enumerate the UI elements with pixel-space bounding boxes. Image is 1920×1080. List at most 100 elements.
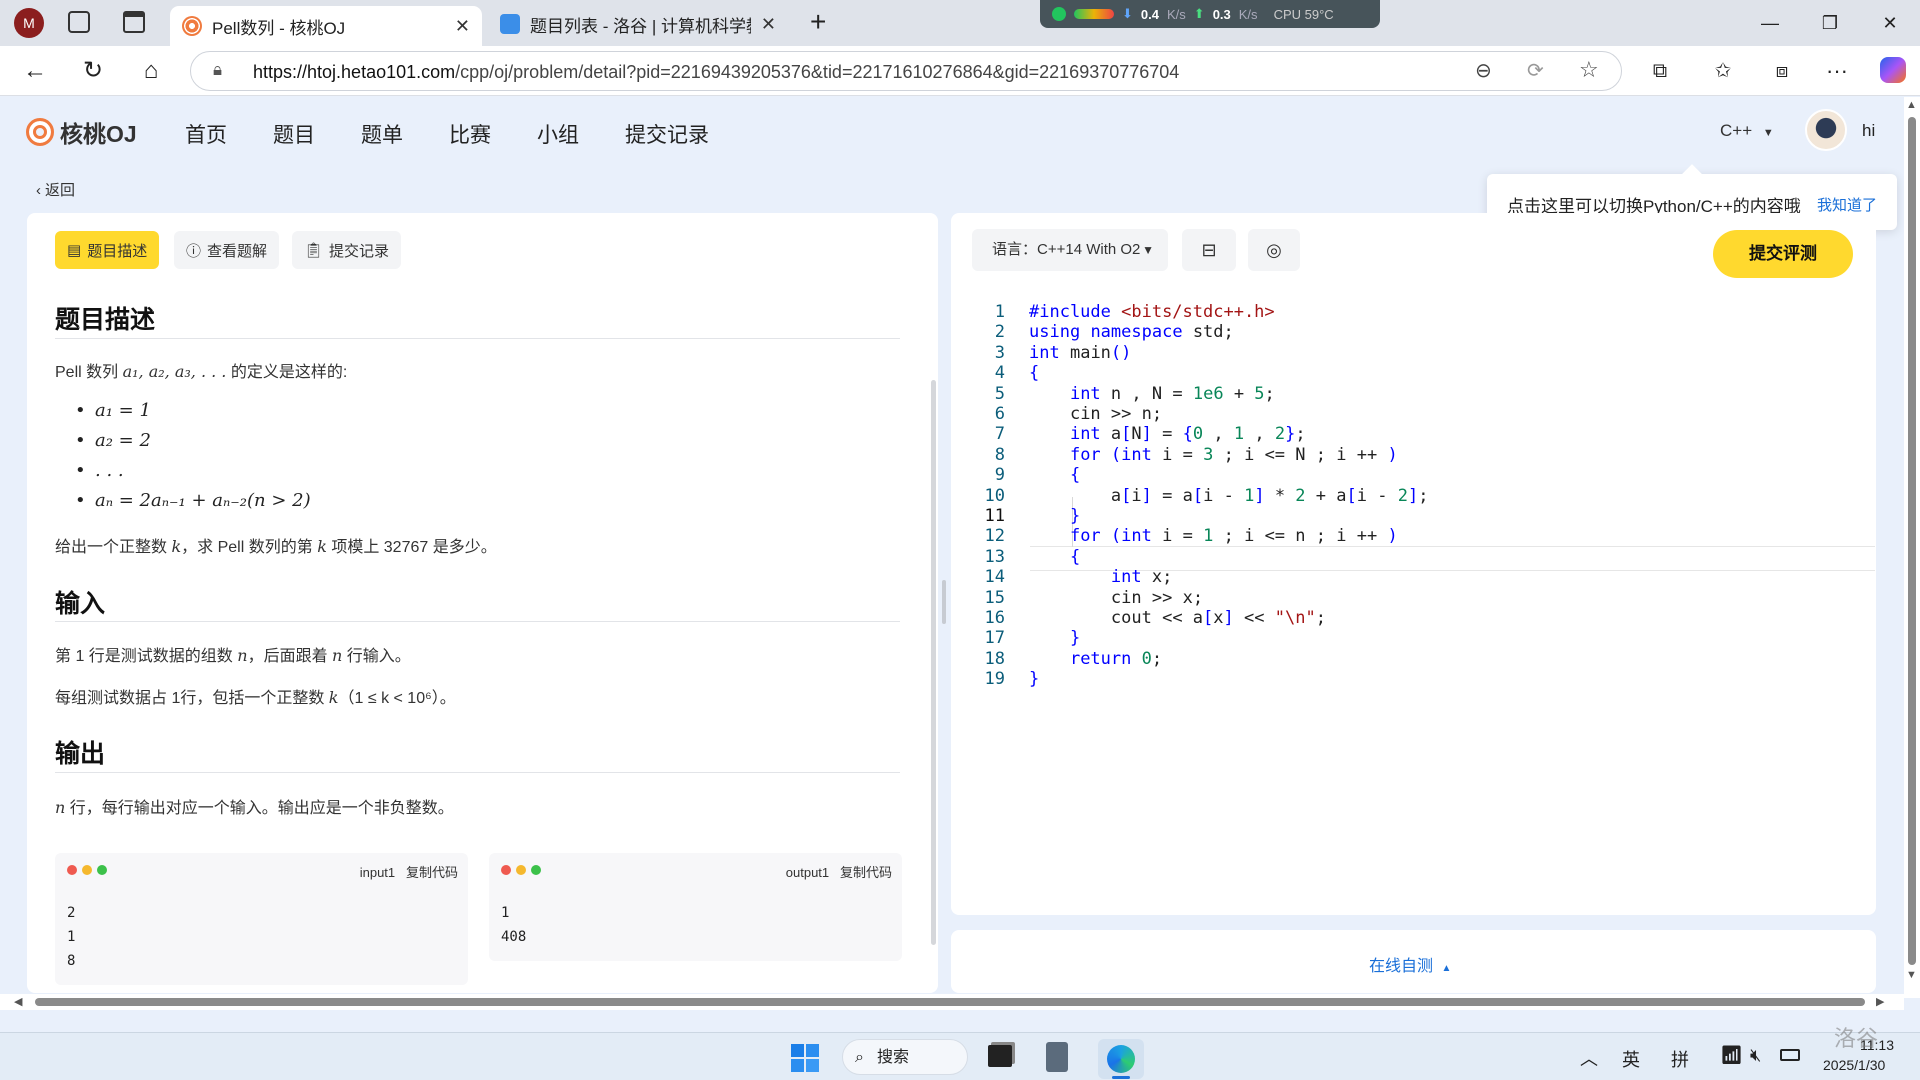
sample-input-text: 2 1 8 xyxy=(67,905,76,969)
favorites-icon[interactable]: ✩ xyxy=(1708,56,1738,86)
red-dot-icon xyxy=(67,865,77,875)
url-field[interactable]: 🔒︎ https://htoj.hetao101.com/cpp/oj/prob… xyxy=(190,51,1622,91)
scroll-right-icon[interactable]: ▶ xyxy=(1876,995,1884,1008)
sample-output: output1 复制代码 1 408 xyxy=(489,853,902,961)
taskbar-search[interactable]: ⌕ 搜索 xyxy=(842,1039,968,1075)
nav-problem-lists[interactable]: 题单 xyxy=(361,119,403,149)
scroll-down-icon[interactable]: ▼ xyxy=(1906,969,1917,981)
online-test-link[interactable]: 在线自测 ▲ xyxy=(1369,952,1451,976)
hetao-logo-icon xyxy=(26,118,54,146)
nav-groups[interactable]: 小组 xyxy=(537,119,579,149)
task-view-icon[interactable] xyxy=(988,1045,1012,1067)
close-tab-icon[interactable]: ✕ xyxy=(761,14,776,35)
definition-item: aₙ = 2aₙ₋₁ + aₙ₋₂(n > 2) xyxy=(75,490,311,511)
close-window-button[interactable]: ✕ xyxy=(1868,8,1912,38)
divider xyxy=(55,621,900,622)
restore-button[interactable]: ❐ xyxy=(1808,8,1852,38)
description-intro: Pell 数列 a₁, a₂, a₃, . . . 的定义是这样的: xyxy=(55,362,348,381)
definition-item: a₂ = 2 xyxy=(75,430,151,451)
workspaces-icon[interactable] xyxy=(68,11,90,33)
favorite-star-icon[interactable]: ☆ xyxy=(1579,57,1599,83)
sample-input: input1 复制代码 2 1 8 xyxy=(55,853,468,985)
tab-description[interactable]: ▤ 题目描述 xyxy=(55,231,160,269)
input-line-1: 第 1 行是测试数据的组数 n，后面跟着 n 行输入。 xyxy=(55,646,411,665)
problem-scrollbar[interactable] xyxy=(931,380,936,945)
window-dots xyxy=(501,865,541,875)
back-arrow-icon[interactable]: ← xyxy=(20,56,50,86)
document-icon: ▤ xyxy=(67,242,82,259)
panel-resize-handle[interactable] xyxy=(942,580,946,624)
submit-button[interactable]: 提交评测 xyxy=(1713,230,1853,278)
page-vertical-scrollbar[interactable]: ▲ ▼ xyxy=(1904,97,1920,998)
page-bottom-strip xyxy=(0,1010,1920,1032)
language-select[interactable]: 语言：C++14 With O2 ▼ xyxy=(972,229,1168,271)
code-line[interactable]: 19} xyxy=(955,667,1875,692)
task-statement: 给出一个正整数 k，求 Pell 数列的第 k 项模上 32767 是多少。 xyxy=(55,537,497,556)
zoom-out-icon[interactable]: ⊖ xyxy=(1475,58,1492,83)
page-horizontal-scrollbar[interactable]: ◀ ▶ xyxy=(0,994,1904,1010)
scroll-thumb[interactable] xyxy=(1908,117,1916,965)
profile-avatar[interactable]: M xyxy=(14,8,44,38)
windows-taskbar: ⌕ 搜索 ︿ 英 拼 📶︎ 🔇︎ 11:13 2025/1/30 洛谷 xyxy=(0,1026,1920,1080)
input-heading: 输入 xyxy=(55,590,106,618)
clock-date[interactable]: 2025/1/30 xyxy=(1823,1057,1885,1073)
user-avatar[interactable] xyxy=(1805,109,1847,151)
refresh-icon[interactable]: ↻ xyxy=(78,56,108,86)
target-icon: ◎ xyxy=(1266,240,1282,260)
scroll-left-icon[interactable]: ◀ xyxy=(14,995,22,1008)
luogu-favicon-icon xyxy=(500,14,520,34)
lock-icon[interactable]: 🔒︎ xyxy=(213,60,222,80)
windows-start-icon[interactable] xyxy=(791,1044,819,1072)
more-menu-icon[interactable]: ··· xyxy=(1822,56,1852,86)
caret-down-icon: ▼ xyxy=(1142,243,1154,257)
site-header: 核桃OJ 首页 题目 题单 比赛 小组 提交记录 C++ ▼ hi xyxy=(0,97,1905,167)
nav-contests[interactable]: 比赛 xyxy=(449,119,491,149)
scroll-up-icon[interactable]: ▲ xyxy=(1906,99,1917,111)
ime-pinyin[interactable]: 拼 xyxy=(1671,1046,1689,1072)
nav-home[interactable]: 首页 xyxy=(185,119,227,149)
copy-output-button[interactable]: 复制代码 xyxy=(840,865,892,880)
copy-input-button[interactable]: 复制代码 xyxy=(406,865,458,880)
collections-icon[interactable]: ⧈ xyxy=(1767,56,1797,86)
copilot-icon[interactable] xyxy=(1880,57,1906,83)
settings-button[interactable]: ◎ xyxy=(1248,229,1300,271)
window-dots xyxy=(67,865,107,875)
edge-browser-icon[interactable] xyxy=(1098,1039,1144,1079)
new-tab-button[interactable]: + xyxy=(810,6,826,38)
green-dot-icon xyxy=(97,865,107,875)
tab-solutions[interactable]: ⓘ 查看题解 xyxy=(174,231,280,269)
chevron-up-icon[interactable]: ︿ xyxy=(1580,1045,1598,1071)
battery-icon[interactable] xyxy=(1780,1049,1800,1061)
tab-pell[interactable]: Pell数列 - 核桃OJ ✕ xyxy=(170,6,482,46)
close-tab-icon[interactable]: ✕ xyxy=(455,16,470,37)
ime-english[interactable]: 英 xyxy=(1622,1046,1640,1072)
language-switch[interactable]: C++ ▼ xyxy=(1720,121,1774,141)
nav-submissions[interactable]: 提交记录 xyxy=(625,119,709,149)
line-number: 19 xyxy=(984,669,1005,690)
nav-problems[interactable]: 题目 xyxy=(273,119,315,149)
volume-muted-icon[interactable]: 🔇︎ xyxy=(1750,1045,1761,1066)
browser-tab-bar: M Pell数列 - 核桃OJ ✕ 题目列表 - 洛谷 | 计算机科学教育 ✕ … xyxy=(0,0,1920,46)
template-button[interactable]: ⊟ xyxy=(1182,229,1236,271)
home-icon[interactable]: ⌂ xyxy=(136,56,166,86)
online-test-bar[interactable]: 在线自测 ▲ xyxy=(951,930,1876,993)
search-icon: ⌕ xyxy=(855,1049,864,1066)
hscroll-thumb[interactable] xyxy=(35,998,1865,1006)
luogu-watermark: 洛谷 xyxy=(1834,1026,1879,1051)
wifi-icon[interactable]: 📶︎ xyxy=(1720,1045,1743,1066)
monitor-green-dot-icon xyxy=(1052,7,1066,21)
calculator-icon[interactable] xyxy=(1046,1042,1068,1072)
site-logo[interactable]: 核桃OJ xyxy=(26,115,137,149)
definition-item: a₁ = 1 xyxy=(75,400,151,421)
green-dot-icon xyxy=(531,865,541,875)
minimize-button[interactable]: — xyxy=(1748,8,1792,38)
tab-submissions[interactable]: 📋︎ 提交记录 xyxy=(292,231,402,269)
extensions-icon[interactable]: ⧉ xyxy=(1645,56,1675,86)
tab-luogu[interactable]: 题目列表 - 洛谷 | 计算机科学教育 ✕ xyxy=(488,6,788,42)
tab-actions-icon[interactable] xyxy=(123,11,145,33)
tooltip-ok-link[interactable]: 我知道了 xyxy=(1817,194,1877,215)
back-link[interactable]: ‹ 返回 xyxy=(36,179,75,200)
read-aloud-icon[interactable]: ⟳ xyxy=(1527,58,1544,83)
address-bar: ← ↻ ⌂ 🔒︎ https://htoj.hetao101.com/cpp/o… xyxy=(0,46,1920,96)
user-name[interactable]: hi xyxy=(1862,121,1875,141)
